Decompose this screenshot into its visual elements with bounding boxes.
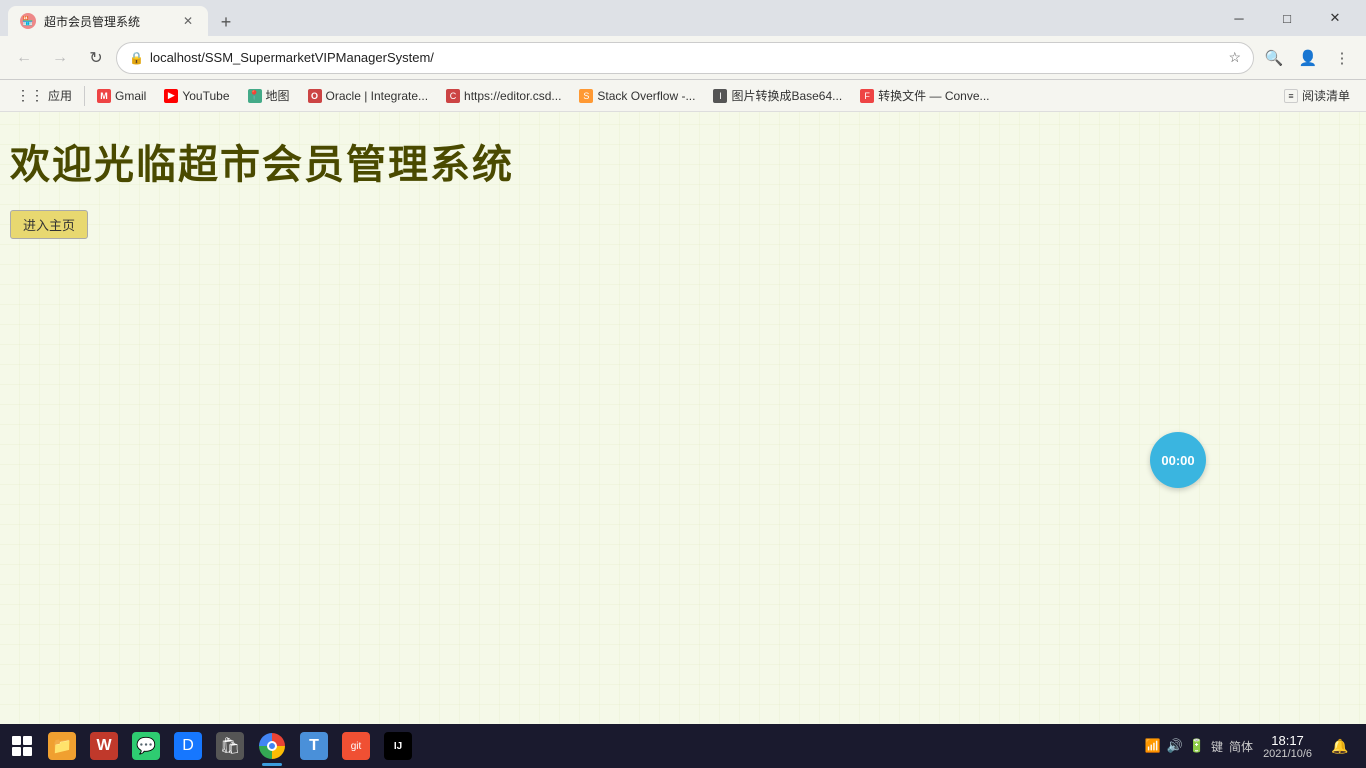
minimize-button[interactable]: ─ — [1216, 2, 1262, 34]
active-tab-indicator — [262, 763, 282, 766]
keyboard-indicator[interactable]: 键 — [1211, 738, 1223, 755]
bookmark-oracle[interactable]: O Oracle | Integrate... — [300, 86, 437, 106]
reader-icon: ≡ — [1284, 89, 1298, 103]
back-button[interactable]: ← — [8, 42, 40, 74]
taskbar-chrome[interactable] — [252, 724, 292, 768]
taskbar-dingtalk[interactable]: D — [168, 724, 208, 768]
maps-icon: 📍 — [248, 89, 262, 103]
taskbar-wps[interactable]: W — [84, 724, 124, 768]
bookmark-convert[interactable]: F 转换文件 — Conve... — [852, 84, 997, 107]
menu-button[interactable]: ⋮ — [1326, 42, 1358, 74]
notification-center-button[interactable]: 🔔 — [1322, 724, 1358, 768]
timer-display: 00:00 — [1161, 453, 1194, 468]
youtube-label: YouTube — [182, 89, 229, 103]
window-controls: ─ □ ✕ — [1216, 2, 1358, 34]
toolbar-right: 🔍 👤 ⋮ — [1258, 42, 1358, 74]
url-text: localhost/SSM_SupermarketVIPManagerSyste… — [150, 50, 1222, 65]
new-tab-button[interactable]: + — [212, 8, 240, 36]
bookmarks-bar: ⋮⋮ 应用 M Gmail ▶ YouTube 📍 地图 O Oracle | … — [0, 80, 1366, 112]
taskbar: 📁 W 💬 D 🛍 — [0, 724, 1366, 768]
csdn-icon: C — [446, 89, 460, 103]
timer-widget[interactable]: 00:00 — [1150, 432, 1206, 488]
reader-label: 阅读清单 — [1302, 87, 1350, 104]
bookmark-stackoverflow[interactable]: S Stack Overflow -... — [571, 86, 703, 106]
title-bar: 🏪 超市会员管理系统 ✕ + ─ □ ✕ — [0, 0, 1366, 36]
oracle-icon: O — [308, 89, 322, 103]
taskbar-store[interactable]: 🛍 — [210, 724, 250, 768]
maximize-button[interactable]: □ — [1264, 2, 1310, 34]
time-display: 18:17 — [1263, 733, 1312, 748]
forward-button[interactable]: → — [44, 42, 76, 74]
files-icon: 📁 — [48, 732, 76, 760]
git-icon: git — [342, 732, 370, 760]
maps-label: 地图 — [266, 87, 290, 104]
browser-toolbar: ← → ↻ 🔒 localhost/SSM_SupermarketVIPMana… — [0, 36, 1366, 80]
date-display: 2021/10/6 — [1263, 748, 1312, 760]
tab-bar: 🏪 超市会员管理系统 ✕ + — [8, 0, 1212, 36]
taskbar-typora[interactable]: T — [294, 724, 334, 768]
imgconvert-icon: I — [713, 89, 727, 103]
wechat-icon: 💬 — [132, 732, 160, 760]
close-button[interactable]: ✕ — [1312, 2, 1358, 34]
start-button[interactable] — [4, 728, 40, 764]
chrome-window: 🏪 超市会员管理系统 ✕ + ─ □ ✕ ← → ↻ 🔒 localhost/S… — [0, 0, 1366, 768]
active-tab[interactable]: 🏪 超市会员管理系统 ✕ — [8, 6, 208, 36]
taskbar-files[interactable]: 📁 — [42, 724, 82, 768]
bookmark-youtube[interactable]: ▶ YouTube — [156, 86, 237, 106]
reload-button[interactable]: ↻ — [80, 42, 112, 74]
network-icon[interactable]: 📶 — [1144, 738, 1160, 754]
windows-icon — [12, 736, 32, 756]
taskbar-icons: 📁 W 💬 D 🛍 — [42, 724, 418, 768]
taskbar-right: 📶 🔊 🔋 键 简体 18:17 2021/10/6 🔔 — [1144, 724, 1362, 768]
sound-icon[interactable]: 🔊 — [1167, 738, 1183, 754]
clock-widget[interactable]: 18:17 2021/10/6 — [1257, 731, 1318, 762]
gmail-icon: M — [97, 89, 111, 103]
bookmark-divider — [84, 86, 85, 106]
tab-close-button[interactable]: ✕ — [180, 13, 196, 29]
profile-button[interactable]: 👤 — [1292, 42, 1324, 74]
bookmark-imgconvert[interactable]: I 图片转换成Base64... — [705, 84, 850, 107]
gmail-label: Gmail — [115, 89, 146, 103]
dingtalk-icon: D — [174, 732, 202, 760]
idea-icon: IJ — [384, 732, 412, 760]
chrome-icon — [259, 733, 285, 759]
bookmark-apps[interactable]: ⋮⋮ 应用 — [8, 84, 80, 107]
battery-icon[interactable]: 🔋 — [1189, 738, 1205, 754]
taskbar-wechat[interactable]: 💬 — [126, 724, 166, 768]
tab-title: 超市会员管理系统 — [44, 13, 172, 30]
tab-favicon: 🏪 — [20, 13, 36, 29]
bookmark-star-icon[interactable]: ☆ — [1228, 49, 1241, 66]
bookmark-maps[interactable]: 📍 地图 — [240, 84, 298, 107]
taskbar-git[interactable]: git — [336, 724, 376, 768]
apps-icon: ⋮⋮ — [16, 87, 44, 104]
convert-label: 转换文件 — Conve... — [878, 87, 989, 104]
taskbar-idea[interactable]: IJ — [378, 724, 418, 768]
enter-main-button[interactable]: 进入主页 — [10, 210, 88, 239]
bookmark-gmail[interactable]: M Gmail — [89, 86, 154, 106]
stackoverflow-label: Stack Overflow -... — [597, 89, 695, 103]
youtube-icon: ▶ — [164, 89, 178, 103]
page-title: 欢迎光临超市会员管理系统 — [0, 112, 1366, 200]
search-button[interactable]: 🔍 — [1258, 42, 1290, 74]
bookmark-reader[interactable]: ≡ 阅读清单 — [1276, 84, 1358, 107]
stackoverflow-icon: S — [579, 89, 593, 103]
notification-icon: 🔔 — [1331, 738, 1348, 755]
typora-icon: T — [300, 732, 328, 760]
imgconvert-label: 图片转换成Base64... — [731, 87, 842, 104]
lock-icon: 🔒 — [129, 51, 144, 65]
apps-label: 应用 — [48, 87, 72, 104]
system-tray: 📶 🔊 🔋 键 简体 — [1144, 738, 1253, 755]
convert-icon: F — [860, 89, 874, 103]
bookmark-csdn[interactable]: C https://editor.csd... — [438, 86, 569, 106]
wps-icon: W — [90, 732, 118, 760]
store-icon: 🛍 — [216, 732, 244, 760]
ime-indicator[interactable]: 简体 — [1229, 738, 1253, 755]
oracle-label: Oracle | Integrate... — [326, 89, 429, 103]
address-bar[interactable]: 🔒 localhost/SSM_SupermarketVIPManagerSys… — [116, 42, 1254, 74]
page-content: 欢迎光临超市会员管理系统 进入主页 00:00 — [0, 112, 1366, 724]
csdn-label: https://editor.csd... — [464, 89, 561, 103]
